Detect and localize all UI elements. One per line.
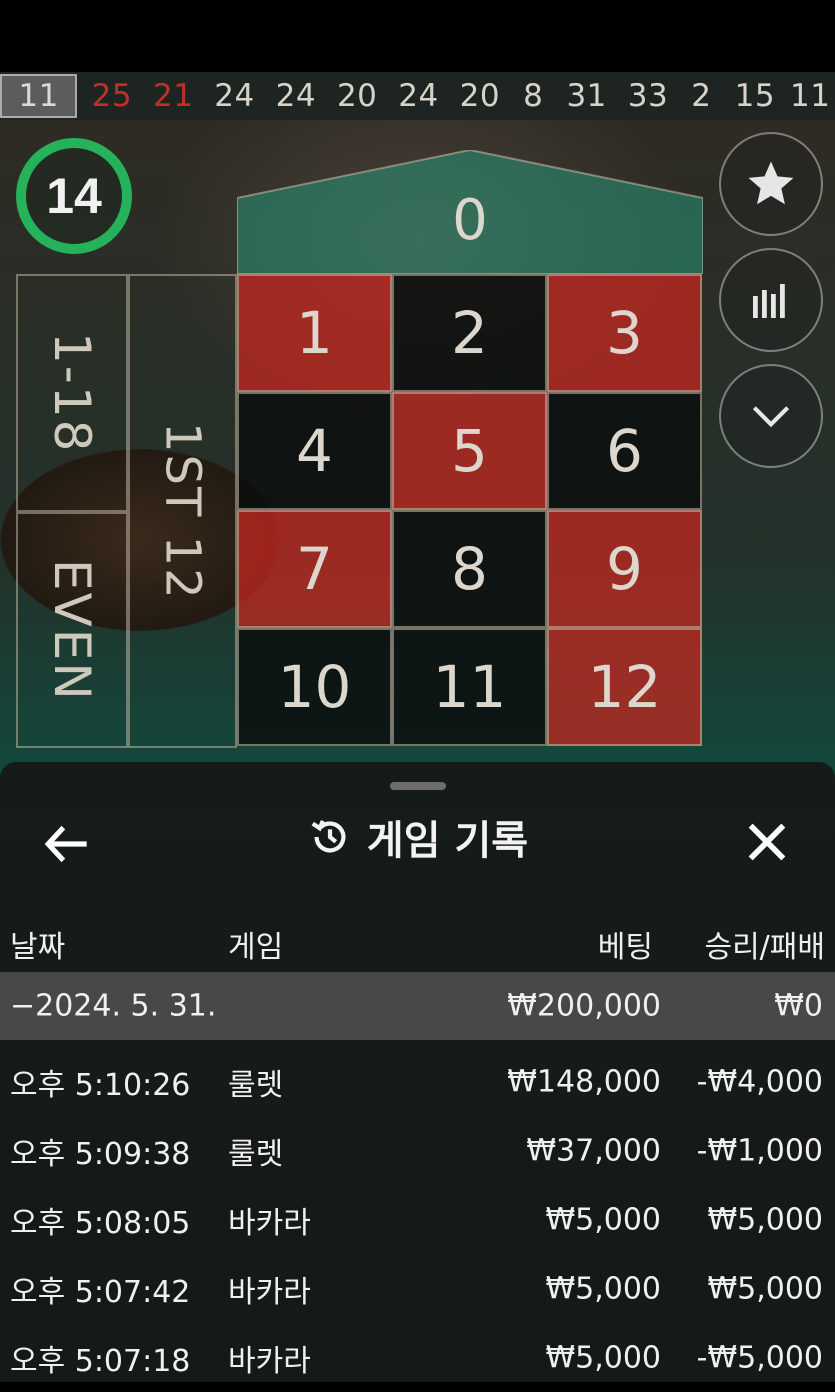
bet-spot-1st-12[interactable]: 1ST 12 bbox=[128, 274, 237, 748]
column-header-result: 승리/패배 bbox=[704, 930, 825, 965]
row-game: 바카라 bbox=[228, 1206, 311, 1241]
row-time: 오후 5:07:18 bbox=[10, 1344, 191, 1379]
bet-spot-6[interactable]: 6 bbox=[547, 392, 702, 510]
row-result: ₩5,000 bbox=[707, 1202, 823, 1238]
chevron-down-icon bbox=[752, 406, 790, 428]
row-game: 룰렛 bbox=[228, 1137, 284, 1172]
history-number: 31 bbox=[566, 78, 607, 114]
row-game: 바카라 bbox=[228, 1275, 311, 1310]
row-time: 오후 5:07:42 bbox=[10, 1275, 191, 1310]
history-number: 25 bbox=[91, 78, 133, 114]
history-number: 11 bbox=[789, 78, 831, 114]
row-bet: ₩5,000 bbox=[545, 1271, 661, 1307]
bet-spot-zero[interactable]: 0 bbox=[237, 150, 703, 274]
bet-spot-4[interactable]: 4 bbox=[237, 392, 392, 510]
row-bet: ₩37,000 bbox=[526, 1133, 661, 1169]
bet-spot-1-18[interactable]: 1-18 bbox=[16, 274, 128, 512]
history-row[interactable]: 오후 5:07:42 바카라 ₩5,000 ₩5,000 bbox=[0, 1255, 835, 1323]
history-number: 24 bbox=[398, 78, 439, 114]
history-number: 2 bbox=[691, 78, 712, 114]
favorite-button[interactable] bbox=[719, 132, 823, 236]
row-time: 오후 5:10:26 bbox=[10, 1068, 191, 1103]
statistics-button[interactable] bbox=[719, 248, 823, 352]
column-header-bet: 베팅 bbox=[597, 930, 653, 965]
history-row[interactable]: 오후 5:08:05 바카라 ₩5,000 ₩5,000 bbox=[0, 1186, 835, 1254]
row-time: 오후 5:08:05 bbox=[10, 1206, 191, 1241]
history-number: 20 bbox=[336, 78, 378, 114]
row-bet: ₩5,000 bbox=[545, 1202, 661, 1238]
panel-header: 게임 기록 bbox=[0, 802, 835, 874]
bet-spot-8[interactable]: 8 bbox=[392, 510, 547, 628]
star-icon bbox=[748, 161, 794, 205]
bet-spot-9[interactable]: 9 bbox=[547, 510, 702, 628]
bet-spot-3[interactable]: 3 bbox=[547, 274, 702, 392]
history-number: 11 bbox=[0, 74, 78, 118]
collapse-button[interactable] bbox=[719, 364, 823, 468]
history-number: 8 bbox=[523, 78, 544, 114]
history-icon bbox=[311, 820, 346, 853]
history-number: 24 bbox=[214, 78, 255, 114]
bet-spot-7[interactable]: 7 bbox=[237, 510, 392, 628]
bet-spot-2[interactable]: 2 bbox=[392, 274, 547, 392]
stats-icon bbox=[753, 284, 785, 318]
history-number: 24 bbox=[275, 78, 317, 114]
status-bar bbox=[0, 0, 835, 72]
bet-spot-even[interactable]: EVEN bbox=[16, 512, 128, 748]
row-result: -₩1,000 bbox=[696, 1133, 823, 1169]
result-history-strip: 11 25 21 24 24 20 24 20 8 31 33 2 15 11 bbox=[0, 72, 835, 120]
history-number: 21 bbox=[152, 78, 194, 114]
row-game: 바카라 bbox=[228, 1344, 311, 1379]
row-bet: ₩5,000 bbox=[545, 1340, 661, 1376]
row-game: 룰렛 bbox=[228, 1068, 284, 1103]
date-total-result: ₩0 bbox=[774, 988, 823, 1024]
game-history-panel: 게임 기록 날짜 게임 베팅 승리/패배 −2024. 5. 31. ₩200,… bbox=[0, 762, 835, 1382]
history-number: 33 bbox=[627, 78, 669, 114]
bet-spot-10[interactable]: 10 bbox=[237, 628, 392, 746]
bet-label-even: EVEN bbox=[43, 558, 101, 702]
row-bet: ₩148,000 bbox=[507, 1064, 661, 1100]
panel-title-text: 게임 기록 bbox=[366, 818, 529, 864]
bet-spot-12[interactable]: 12 bbox=[547, 628, 702, 746]
countdown-timer: 14 bbox=[16, 138, 132, 254]
zero-label: 0 bbox=[452, 188, 488, 253]
bet-spot-1[interactable]: 1 bbox=[237, 274, 392, 392]
row-result: -₩5,000 bbox=[696, 1340, 823, 1376]
column-header-date: 날짜 bbox=[10, 930, 66, 965]
date-group-row[interactable]: −2024. 5. 31. ₩200,000 ₩0 bbox=[0, 972, 835, 1040]
bet-spot-11[interactable]: 11 bbox=[392, 628, 547, 746]
drag-handle[interactable] bbox=[390, 782, 446, 790]
row-time: 오후 5:09:38 bbox=[10, 1137, 191, 1172]
bet-label-1st-12: 1ST 12 bbox=[154, 421, 211, 601]
column-header-game: 게임 bbox=[228, 930, 284, 965]
timer-value: 14 bbox=[46, 168, 102, 224]
bet-label-1-18: 1-18 bbox=[43, 332, 101, 454]
date-total-bet: ₩200,000 bbox=[507, 988, 661, 1024]
panel-title: 게임 기록 bbox=[0, 808, 835, 866]
history-number: 15 bbox=[734, 78, 776, 114]
row-result: -₩4,000 bbox=[696, 1064, 823, 1100]
close-button[interactable] bbox=[739, 814, 795, 870]
row-result: ₩5,000 bbox=[707, 1271, 823, 1307]
history-row[interactable]: 오후 5:10:26 룰렛 ₩148,000 -₩4,000 bbox=[0, 1048, 835, 1116]
close-icon bbox=[748, 823, 786, 861]
date-group-label: −2024. 5. 31. bbox=[10, 988, 217, 1024]
bet-spot-5[interactable]: 5 bbox=[392, 392, 547, 510]
history-number: 20 bbox=[459, 78, 501, 114]
history-row[interactable]: 오후 5:09:38 룰렛 ₩37,000 -₩1,000 bbox=[0, 1117, 835, 1185]
